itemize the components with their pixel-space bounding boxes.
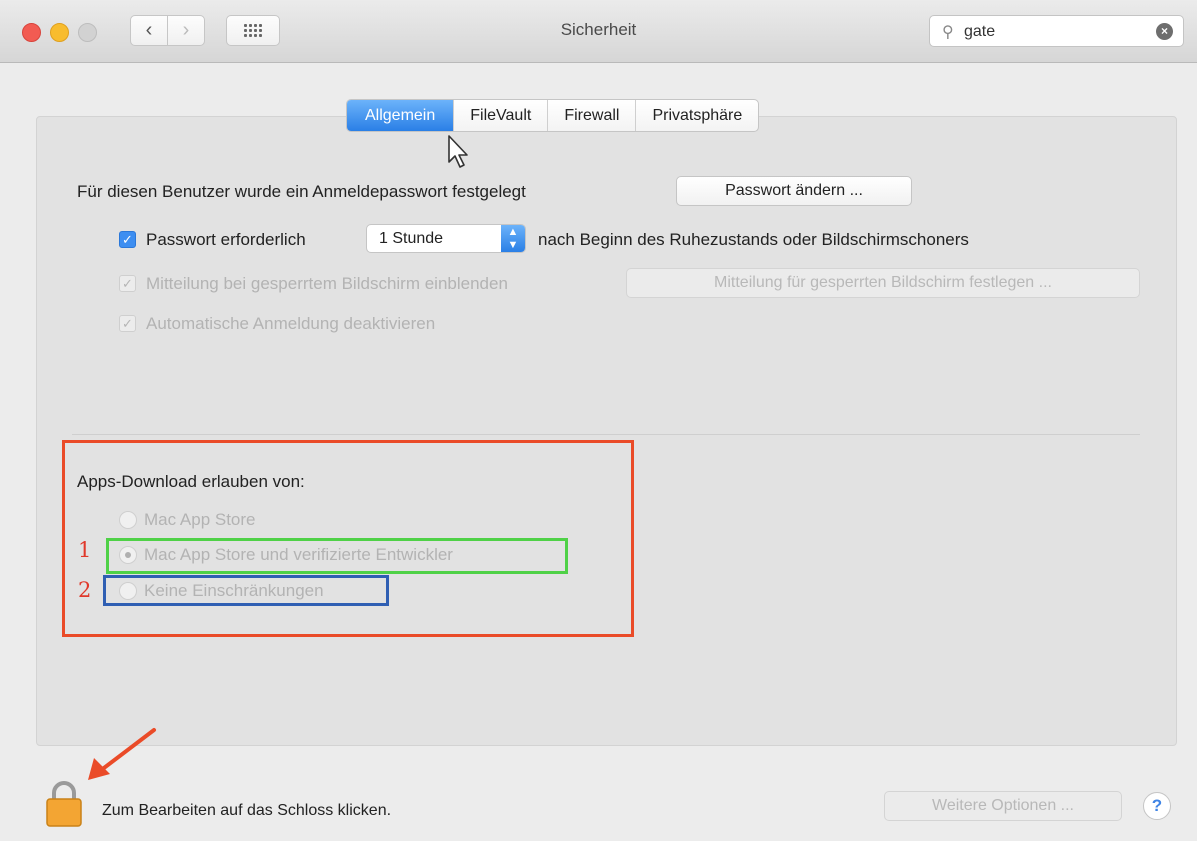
tab-bar: Allgemein FileVault Firewall Privatsphär…: [346, 99, 760, 132]
require-password-suffix: nach Beginn des Ruhezustands oder Bildsc…: [538, 230, 969, 249]
change-password-button[interactable]: Passwort ändern ...: [676, 176, 912, 206]
lock-icon[interactable]: [45, 780, 83, 828]
search-icon: ⚲: [942, 24, 954, 41]
annotation-number-1: 1: [78, 538, 92, 562]
more-options-button[interactable]: Weitere Optionen ...: [884, 791, 1122, 821]
lock-message-label: Mitteilung bei gesperrtem Bildschirm ein…: [146, 274, 508, 293]
password-delay-select[interactable]: 1 Stunde ▲ ▼: [366, 224, 526, 253]
checkmark-icon: ✓: [122, 232, 133, 247]
lock-message-button[interactable]: Mitteilung für gesperrten Bildschirm fes…: [626, 268, 1140, 298]
search-input[interactable]: gate: [964, 23, 995, 41]
password-set-text: Für diesen Benutzer wurde ein Anmeldepas…: [77, 182, 526, 201]
annotation-number-2: 2: [78, 578, 92, 602]
annotation-arrow-icon: [88, 728, 156, 780]
tab-filevault[interactable]: FileVault: [453, 100, 547, 131]
search-field[interactable]: ⚲ gate ×: [929, 15, 1184, 47]
tab-privacy[interactable]: Privatsphäre: [635, 100, 758, 131]
tab-firewall[interactable]: Firewall: [547, 100, 635, 131]
annotation-blue-box: [103, 575, 389, 606]
clear-search-icon[interactable]: ×: [1156, 23, 1173, 40]
require-password-checkbox[interactable]: ✓: [119, 231, 136, 248]
content-panel: [36, 116, 1177, 746]
password-delay-value: 1 Stunde: [379, 230, 444, 247]
checkmark-icon: ✓: [122, 316, 133, 331]
tab-general[interactable]: Allgemein: [347, 100, 454, 131]
auto-login-label: Automatische Anmeldung deaktivieren: [146, 314, 436, 333]
lock-message-checkbox[interactable]: ✓: [119, 275, 136, 292]
auto-login-checkbox[interactable]: ✓: [119, 315, 136, 332]
title-bar: ‹ › Sicherheit ⚲ gate ×: [0, 0, 1197, 63]
lock-hint-text: Zum Bearbeiten auf das Schloss klicken.: [102, 802, 392, 819]
require-password-label: Passwort erforderlich: [146, 230, 306, 249]
annotation-green-box: [106, 538, 568, 574]
section-divider: [72, 434, 1140, 435]
checkmark-icon: ✓: [122, 276, 133, 291]
stepper-arrows-icon: ▲ ▼: [501, 225, 525, 252]
mouse-cursor-icon: [448, 135, 468, 168]
help-button[interactable]: ?: [1143, 792, 1171, 820]
